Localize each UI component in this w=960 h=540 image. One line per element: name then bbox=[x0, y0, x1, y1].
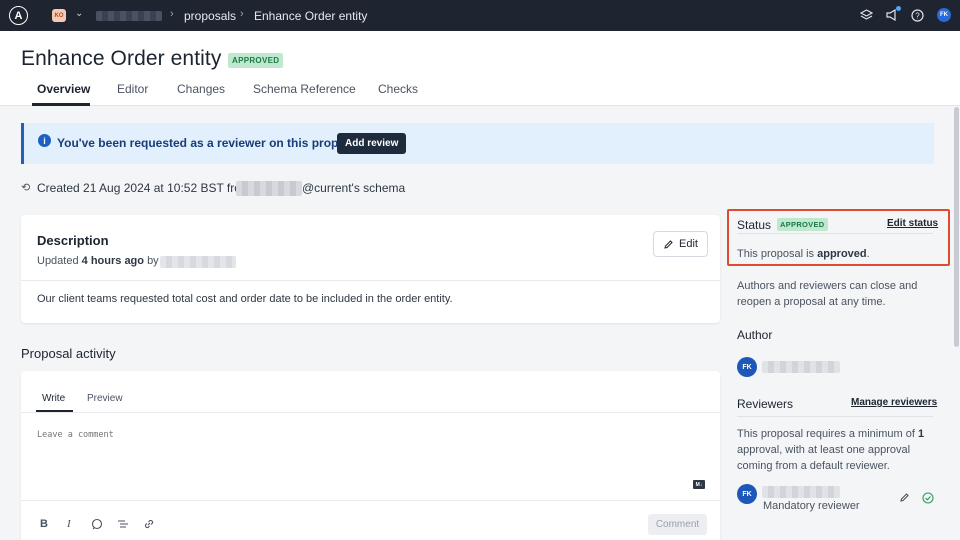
tab-write[interactable]: Write bbox=[42, 393, 65, 404]
top-bar: A KO ⌄ › proposals › Enhance Order entit… bbox=[0, 0, 960, 31]
reviewers-heading: Reviewers bbox=[737, 397, 794, 411]
chevron-down-icon[interactable]: ⌄ bbox=[75, 8, 83, 19]
redacted-graph-name[interactable] bbox=[236, 181, 302, 196]
description-body: Our client teams requested total cost an… bbox=[37, 293, 453, 305]
reviewer-role: Mandatory reviewer bbox=[763, 500, 860, 512]
status-badge: APPROVED bbox=[777, 218, 828, 231]
description-card: Description Updated 4 hours ago by Edit … bbox=[21, 215, 720, 323]
comment-button[interactable]: Comment bbox=[648, 514, 707, 535]
info-icon: i bbox=[38, 134, 51, 147]
edit-status-link[interactable]: Edit status bbox=[887, 218, 938, 229]
tab-preview[interactable]: Preview bbox=[87, 393, 123, 404]
created-source-schema[interactable]: @current's schema bbox=[302, 181, 405, 195]
description-updated: Updated 4 hours ago by bbox=[37, 255, 159, 267]
redacted-author-name bbox=[762, 361, 840, 373]
italic-icon[interactable]: I bbox=[67, 518, 71, 530]
tab-checks[interactable]: Checks bbox=[378, 82, 418, 96]
description-title: Description bbox=[37, 233, 109, 248]
mention-icon[interactable] bbox=[91, 518, 103, 533]
list-icon[interactable] bbox=[117, 518, 129, 533]
reviewer-request-banner: i You've been requested as a reviewer on… bbox=[21, 123, 934, 164]
bold-icon[interactable]: B bbox=[40, 518, 48, 530]
layers-icon[interactable] bbox=[859, 8, 873, 22]
redacted-reviewer-name bbox=[762, 486, 840, 498]
edit-label: Edit bbox=[679, 238, 698, 250]
updated-prefix: Updated bbox=[37, 255, 79, 267]
tab-editor[interactable]: Editor bbox=[117, 82, 148, 96]
status-prefix: This proposal is bbox=[737, 248, 815, 260]
reviewers-note: This proposal requires a minimum of 1 ap… bbox=[737, 426, 937, 474]
divider bbox=[21, 280, 720, 281]
reviewers-min: 1 bbox=[917, 428, 925, 440]
scrollbar[interactable] bbox=[954, 107, 959, 347]
divider bbox=[737, 233, 933, 234]
reviewer-avatar: FK bbox=[737, 484, 757, 504]
breadcrumb-proposals[interactable]: proposals bbox=[184, 9, 236, 23]
svg-text:?: ? bbox=[915, 11, 920, 20]
reviewers-note-prefix: This proposal requires a minimum of bbox=[737, 428, 915, 440]
org-badge[interactable]: KO bbox=[52, 9, 66, 22]
page-header: Enhance Order entity APPROVED Overview E… bbox=[0, 31, 960, 106]
pencil-icon bbox=[664, 239, 673, 249]
updated-time: 4 hours ago bbox=[81, 255, 144, 267]
app-logo-icon[interactable]: A bbox=[9, 6, 28, 25]
markdown-icon: M↓ bbox=[693, 480, 705, 489]
status-text: This proposal is approved. bbox=[737, 248, 870, 260]
page-title: Enhance Order entity bbox=[21, 47, 222, 70]
help-icon[interactable]: ? bbox=[910, 8, 924, 22]
redacted-author-name bbox=[160, 256, 236, 268]
tab-overview[interactable]: Overview bbox=[37, 82, 90, 96]
tab-schema-reference[interactable]: Schema Reference bbox=[253, 82, 356, 96]
created-info: Created 21 Aug 2024 at 10:52 BST from bbox=[37, 181, 251, 195]
edit-description-button[interactable]: Edit bbox=[653, 231, 708, 257]
chevron-right-icon: › bbox=[240, 8, 244, 20]
breadcrumb-current: Enhance Order entity bbox=[254, 9, 368, 23]
banner-text: You've been requested as a reviewer on t… bbox=[57, 136, 363, 150]
status-note: Authors and reviewers can close and reop… bbox=[737, 280, 918, 308]
active-tab-indicator bbox=[32, 103, 90, 106]
tab-changes[interactable]: Changes bbox=[177, 82, 225, 96]
updated-by: by bbox=[147, 255, 159, 267]
status-heading: Status bbox=[737, 218, 772, 232]
author-avatar: FK bbox=[737, 357, 757, 377]
reviewers-note-suffix: approval, with at least one approval com… bbox=[737, 444, 911, 472]
divider bbox=[21, 500, 720, 501]
notification-dot bbox=[896, 6, 901, 11]
check-circle-icon bbox=[922, 492, 934, 507]
divider bbox=[21, 412, 720, 413]
add-review-button[interactable]: Add review bbox=[337, 133, 407, 154]
history-icon: ⟲ bbox=[21, 182, 31, 194]
manage-reviewers-link[interactable]: Manage reviewers bbox=[851, 397, 937, 408]
proposal-activity-title: Proposal activity bbox=[21, 346, 116, 361]
comment-editor: Write Preview M↓ B I Comment bbox=[21, 371, 720, 540]
author-heading: Author bbox=[737, 328, 773, 342]
user-avatar[interactable]: FK bbox=[937, 8, 951, 22]
status-badge: APPROVED bbox=[228, 53, 284, 68]
comment-input[interactable] bbox=[37, 430, 637, 440]
divider bbox=[737, 416, 933, 417]
link-icon[interactable] bbox=[143, 518, 155, 533]
chevron-right-icon: › bbox=[170, 8, 174, 20]
pencil-icon[interactable] bbox=[899, 492, 910, 506]
breadcrumb-redacted-graph[interactable] bbox=[96, 11, 162, 21]
status-value: approved bbox=[817, 248, 867, 260]
